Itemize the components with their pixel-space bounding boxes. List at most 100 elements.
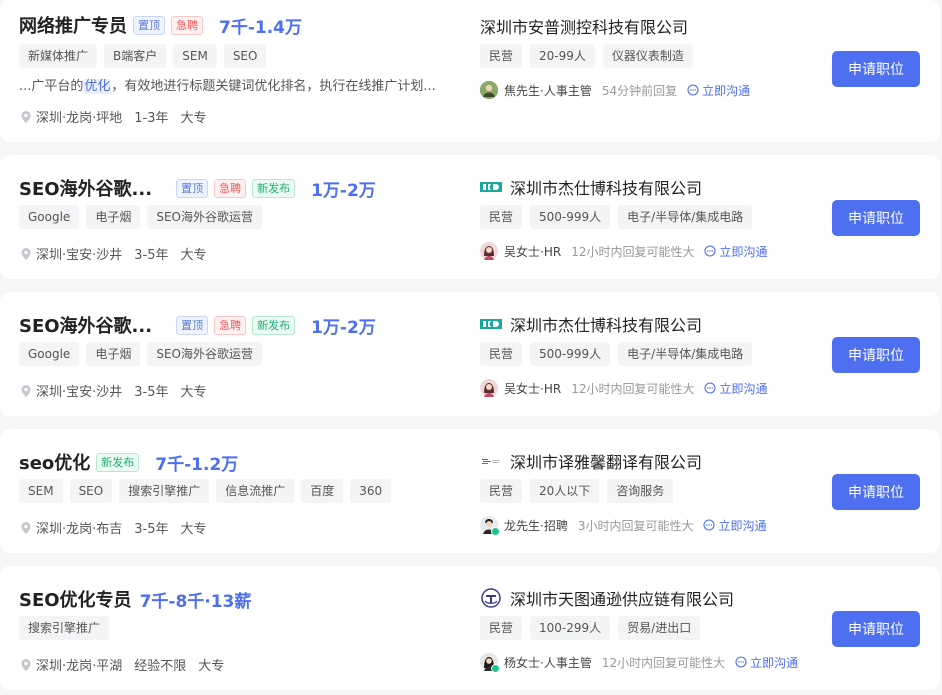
skill-tags: Google 电子烟 SEO海外谷歌运营 bbox=[19, 342, 262, 366]
title-row: SEO海外谷歌... 置顶 急聘 新发布 1万-2万 bbox=[19, 175, 376, 201]
chat-label: 立即沟通 bbox=[702, 83, 751, 98]
salary: 7千-8千·13薪 bbox=[139, 591, 252, 612]
reply-time: 12小时内回复可能性大 bbox=[571, 381, 695, 396]
chat-bubble-icon bbox=[704, 245, 717, 257]
job-title[interactable]: SEO优化专员 bbox=[19, 586, 132, 612]
chat-link[interactable]: 立即沟通 bbox=[704, 380, 767, 397]
company-name[interactable]: 深圳市译雅馨翻译有限公司 bbox=[510, 449, 702, 473]
pinned-badge: 置顶 bbox=[133, 15, 165, 35]
apply-button[interactable]: 申请职位 bbox=[832, 611, 920, 647]
location-row: 深圳·宝安·沙井 3-5年 大专 bbox=[19, 244, 207, 263]
skill-tag: SEO海外谷歌运营 bbox=[147, 205, 262, 229]
recruiter-avatar bbox=[480, 242, 498, 260]
location: 深圳·宝安·沙井 bbox=[19, 381, 122, 400]
skill-tag: Google bbox=[19, 205, 80, 229]
location: 深圳·宝安·沙井 bbox=[19, 244, 122, 263]
company-size-tag: 20-99人 bbox=[530, 44, 595, 68]
location-text: 深圳·龙岗·坪地 bbox=[36, 111, 123, 126]
desc-text: ，有效地进行标题关键词优化排名，执行在线推广计划... bbox=[111, 79, 436, 94]
company-logo bbox=[480, 315, 502, 333]
experience: 3-5年 bbox=[134, 248, 169, 263]
recruiter-avatar bbox=[480, 516, 500, 536]
apply-button[interactable]: 申请职位 bbox=[832, 474, 920, 510]
recruiter-name: 杨女士·人事主管 bbox=[504, 655, 592, 670]
job-card[interactable]: SEO海外谷歌... 置顶 急聘 新发布 1万-2万 Google 电子烟 SE… bbox=[0, 155, 940, 279]
company-size-tag: 100-299人 bbox=[530, 616, 611, 640]
location-pin-icon bbox=[21, 521, 31, 534]
company-tags: 民营 500-999人 电子/半导体/集成电路 bbox=[480, 205, 753, 229]
skill-tag: 新媒体推广 bbox=[19, 44, 98, 68]
new-badge: 新发布 bbox=[252, 315, 296, 335]
location-row: 深圳·龙岗·坪地 1-3年 大专 bbox=[19, 107, 207, 126]
company-type-tag: 民营 bbox=[480, 205, 523, 229]
chat-bubble-icon bbox=[687, 84, 699, 96]
job-title[interactable]: SEO海外谷歌... bbox=[19, 175, 152, 201]
apply-button[interactable]: 申请职位 bbox=[832, 337, 920, 373]
experience: 3-5年 bbox=[134, 385, 169, 400]
education: 大专 bbox=[180, 522, 207, 537]
job-title[interactable]: 网络推广专员 bbox=[19, 12, 127, 38]
salary: 1万-2万 bbox=[311, 317, 376, 338]
company-type-tag: 民营 bbox=[480, 616, 523, 640]
recruiter-row: 吴女士·HR 12小时内回复可能性大 立即沟通 bbox=[480, 379, 767, 397]
job-description-snippet: ...广平台的优化，有效地进行标题关键词优化排名，执行在线推广计划... bbox=[19, 75, 436, 94]
job-card[interactable]: SEO海外谷歌... 置顶 急聘 新发布 1万-2万 Google 电子烟 SE… bbox=[0, 292, 940, 416]
skill-tag: 电子烟 bbox=[86, 205, 141, 229]
company-industry-tag: 电子/半导体/集成电路 bbox=[618, 205, 753, 229]
reply-time: 12小时内回复可能性大 bbox=[601, 655, 726, 670]
recruiter-avatar bbox=[480, 379, 498, 397]
job-card[interactable]: SEO优化专员 7千-8千·13薪 搜索引擎推广 深圳·龙岗·平湖 经验不限 大… bbox=[0, 566, 940, 690]
reply-time: 54分钟前回复 bbox=[601, 83, 678, 98]
company-row: 深圳市杰仕博科技有限公司 bbox=[480, 175, 702, 199]
education: 大专 bbox=[180, 111, 207, 126]
recruiter-row: 杨女士·人事主管 12小时内回复可能性大 立即沟通 bbox=[480, 653, 798, 673]
company-name[interactable]: 深圳市杰仕博科技有限公司 bbox=[510, 312, 702, 336]
company-tags: 民营 20人以下 咨询服务 bbox=[480, 479, 674, 503]
job-title[interactable]: seo优化 bbox=[19, 449, 90, 475]
recruiter-avatar bbox=[480, 81, 498, 99]
company-row: 深圳市杰仕博科技有限公司 bbox=[480, 312, 702, 336]
job-list: 网络推广专员 置顶 急聘 7千-1.4万 新媒体推广 B端客户 SEM SEO … bbox=[0, 0, 942, 695]
location-row: 深圳·龙岗·布吉 3-5年 大专 bbox=[19, 518, 207, 537]
company-logo bbox=[480, 588, 502, 608]
recruiter-name: 吴女士·HR bbox=[504, 244, 562, 259]
company-industry-tag: 咨询服务 bbox=[607, 479, 674, 503]
new-badge: 新发布 bbox=[252, 178, 296, 198]
location-text: 深圳·龙岗·平湖 bbox=[36, 659, 123, 674]
apply-button[interactable]: 申请职位 bbox=[832, 200, 920, 236]
location-text: 深圳·龙岗·布吉 bbox=[36, 522, 123, 537]
company-row: 深圳市安普测控科技有限公司 bbox=[480, 14, 688, 38]
reply-time: 12小时内回复可能性大 bbox=[571, 244, 695, 259]
job-card[interactable]: 网络推广专员 置顶 急聘 7千-1.4万 新媒体推广 B端客户 SEM SEO … bbox=[0, 0, 940, 142]
reply-time: 3小时内回复可能性大 bbox=[577, 518, 694, 533]
location: 深圳·龙岗·坪地 bbox=[19, 107, 122, 126]
location-row: 深圳·宝安·沙井 3-5年 大专 bbox=[19, 381, 207, 400]
chat-link[interactable]: 立即沟通 bbox=[687, 82, 750, 99]
location: 深圳·龙岗·平湖 bbox=[19, 655, 122, 674]
location: 深圳·龙岗·布吉 bbox=[19, 518, 122, 537]
pinned-badge: 置顶 bbox=[176, 178, 209, 198]
skill-tags: 新媒体推广 B端客户 SEM SEO bbox=[19, 44, 267, 68]
education: 大专 bbox=[180, 385, 207, 400]
company-name[interactable]: 深圳市安普测控科技有限公司 bbox=[480, 14, 688, 38]
pinned-badge: 置顶 bbox=[176, 315, 209, 335]
job-title[interactable]: SEO海外谷歌... bbox=[19, 312, 152, 338]
chat-link[interactable]: 立即沟通 bbox=[704, 243, 767, 260]
apply-button[interactable]: 申请职位 bbox=[832, 51, 920, 87]
experience: 经验不限 bbox=[134, 659, 187, 674]
title-row: SEO优化专员 7千-8千·13薪 bbox=[19, 586, 251, 612]
chat-link[interactable]: 立即沟通 bbox=[735, 654, 798, 671]
skill-tag: B端客户 bbox=[104, 44, 167, 68]
location-text: 深圳·宝安·沙井 bbox=[36, 385, 123, 400]
company-name[interactable]: 深圳市天图通逊供应链有限公司 bbox=[510, 586, 734, 610]
job-card[interactable]: seo优化 新发布 7千-1.2万 SEM SEO 搜索引擎推广 信息流推广 百… bbox=[0, 429, 940, 553]
urgent-badge: 急聘 bbox=[171, 15, 203, 35]
skill-tag: SEO海外谷歌运营 bbox=[147, 342, 262, 366]
company-name[interactable]: 深圳市杰仕博科技有限公司 bbox=[510, 175, 702, 199]
chat-bubble-icon bbox=[703, 519, 716, 531]
title-row: seo优化 新发布 7千-1.2万 bbox=[19, 449, 238, 475]
skill-tag: 搜索引擎推广 bbox=[119, 479, 210, 503]
education: 大专 bbox=[180, 248, 207, 263]
company-size-tag: 20人以下 bbox=[530, 479, 600, 503]
chat-link[interactable]: 立即沟通 bbox=[703, 517, 766, 534]
